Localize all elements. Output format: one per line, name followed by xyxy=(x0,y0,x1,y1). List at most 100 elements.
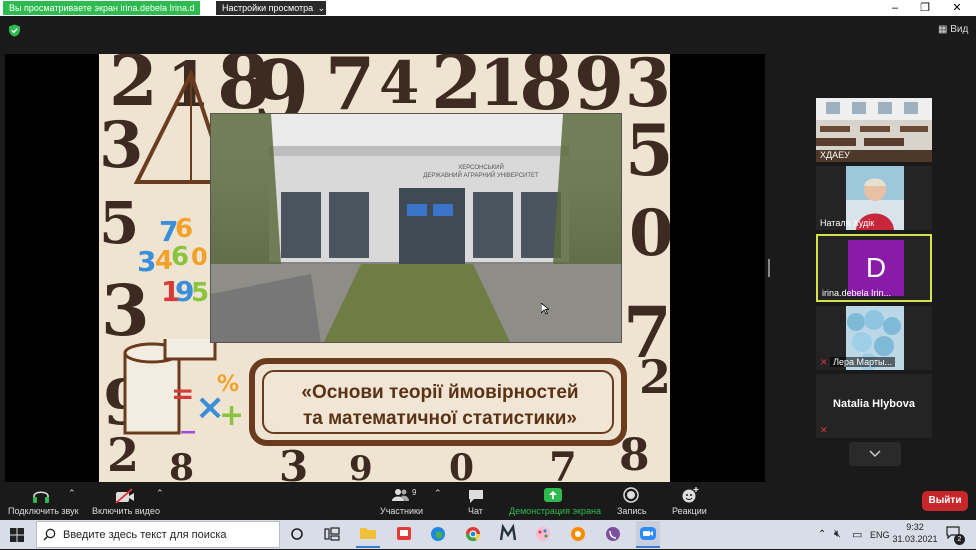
view-settings-button[interactable]: Настройки просмотра ⌄ xyxy=(216,1,326,15)
participant-display-name: Natalia Hlybova xyxy=(833,398,915,410)
participants-button[interactable]: 9 ⌃ Участники xyxy=(378,486,448,518)
grid-icon: ▦ xyxy=(938,24,948,35)
app-pinned[interactable] xyxy=(392,521,416,548)
participant-tile-active-speaker[interactable]: D irina.debela Irin... xyxy=(816,234,932,302)
windows-start-icon[interactable] xyxy=(10,528,24,542)
svg-text:=: = xyxy=(171,377,194,410)
chat-button[interactable]: Чат xyxy=(462,486,492,518)
chat-icon xyxy=(469,490,483,503)
record-icon xyxy=(623,487,639,503)
folder-icon xyxy=(360,528,376,539)
building-sign: ХЕРСОНСЬКИЙ ДЕРЖАВНИЙ АГРАРНИЙ УНІВЕРСИТ… xyxy=(421,164,541,180)
participant-name: Лера Марты... xyxy=(830,357,895,367)
leave-meeting-button[interactable]: Выйти xyxy=(922,491,968,511)
network-icon[interactable]: ▭ xyxy=(852,528,862,541)
chevron-up-icon[interactable]: ⌃ xyxy=(156,488,164,499)
clock[interactable]: 9:32 31.03.2021 xyxy=(890,522,940,544)
panel-resize-handle[interactable] xyxy=(768,259,770,277)
screen-share-notice: Вы просматриваете экран irina.debela Iri… xyxy=(3,1,200,15)
viber-icon xyxy=(606,527,620,541)
mic-muted-icon: ✕ xyxy=(820,425,828,435)
view-label: Вид xyxy=(950,24,969,35)
cylinder-symbols-icon: = × + % − xyxy=(123,339,244,445)
chevron-down-icon xyxy=(869,450,881,458)
record-label: Запись xyxy=(617,506,647,516)
reactions-button[interactable]: Реакции xyxy=(670,486,710,518)
participant-tile[interactable]: Natalia Hlybova ✕ xyxy=(816,374,932,438)
app-pinned[interactable] xyxy=(496,521,520,548)
zoom-app-active[interactable] xyxy=(636,521,660,548)
scroll-down-button[interactable] xyxy=(849,442,901,466)
input-language[interactable]: ENG xyxy=(870,530,890,540)
participants-label: Участники xyxy=(380,506,423,516)
svg-text:5: 5 xyxy=(191,278,209,308)
viber-app[interactable] xyxy=(601,521,625,548)
edge-icon xyxy=(431,527,445,541)
building-sign-line2: ДЕРЖАВНИЙ АГРАРНИЙ УНІВЕРСИТЕТ xyxy=(423,173,539,179)
slide-title-line2: та математичної статистики» xyxy=(303,408,577,429)
view-button[interactable]: ▦ Вид xyxy=(938,24,968,35)
svg-text:+: + xyxy=(219,398,244,433)
cortana-icon[interactable] xyxy=(290,527,304,541)
orange-app-icon xyxy=(571,527,585,541)
search-placeholder: Введите здесь текст для поиска xyxy=(63,529,227,541)
clock-date: 31.03.2021 xyxy=(892,534,938,544)
volume-muted-icon[interactable]: 🔇︎ xyxy=(834,528,841,541)
record-button[interactable]: Запись xyxy=(614,486,650,518)
share-screen-icon xyxy=(544,488,562,502)
svg-text:%: % xyxy=(217,372,239,397)
colored-numbers-icon: 7 6 3 4 6 0 1 9 5 xyxy=(139,214,209,308)
reactions-label: Реакции xyxy=(672,506,707,516)
participant-name: irina.debela Irin... xyxy=(822,288,892,298)
app-pinned[interactable] xyxy=(531,521,555,548)
chrome-icon xyxy=(465,527,481,542)
mic-muted-icon: ✕ xyxy=(820,357,828,367)
participant-name: Наталя Худік xyxy=(820,218,875,228)
join-audio-button[interactable]: ⌃ Подключить звук xyxy=(6,486,84,518)
participant-tile[interactable]: Наталя Худік xyxy=(816,166,932,230)
chevron-down-icon: ⌄ xyxy=(317,3,326,13)
headphones-icon xyxy=(33,491,49,503)
share-screen-button[interactable]: Демонстрация экрана xyxy=(506,486,602,518)
mouse-cursor-icon xyxy=(541,303,549,315)
zoom-icon xyxy=(640,527,656,540)
chevron-up-icon[interactable]: ⌃ xyxy=(68,488,76,499)
start-video-button[interactable]: ⌃ Включить видео xyxy=(90,486,168,518)
svg-text:−: − xyxy=(179,420,197,445)
search-icon xyxy=(43,528,56,541)
paint-app-icon xyxy=(536,527,550,541)
svg-text:0: 0 xyxy=(191,243,208,271)
minimize-button[interactable]: – xyxy=(882,0,908,16)
close-button[interactable]: ✕ xyxy=(944,0,970,16)
people-icon xyxy=(392,489,409,501)
join-audio-label: Подключить звук xyxy=(8,506,79,516)
start-video-label: Включить видео xyxy=(92,506,160,516)
red-app-icon xyxy=(397,527,411,540)
notifications-button[interactable]: 2 xyxy=(946,525,966,545)
meeting-header xyxy=(0,16,976,46)
smiley-plus-icon xyxy=(682,487,699,503)
video-off-icon xyxy=(115,488,134,504)
slide-title-line1: «Основи теорії ймовірностей xyxy=(301,382,579,403)
share-screen-label: Демонстрация экрана xyxy=(509,506,601,516)
task-view-icon[interactable] xyxy=(324,527,340,541)
university-building-photo: ХЕРСОНСЬКИЙ ДЕРЖАВНИЙ АГРАРНИЙ УНІВЕРСИТ… xyxy=(210,113,622,343)
participant-tile[interactable]: ✕ Лера Марты... xyxy=(816,306,932,370)
participant-name: ХДАЕУ xyxy=(820,150,850,160)
chat-label: Чат xyxy=(468,506,483,516)
svg-text:6: 6 xyxy=(175,214,193,244)
restore-button[interactable]: ❐ xyxy=(912,0,938,16)
building-sign-line1: ХЕРСОНСЬКИЙ xyxy=(458,165,504,171)
participant-name-row: ✕ Лера Марты... xyxy=(820,357,895,368)
clock-time: 9:32 xyxy=(906,522,924,532)
edge-app[interactable] xyxy=(426,521,450,548)
app-pinned[interactable] xyxy=(566,521,590,548)
svg-text:3: 3 xyxy=(139,245,156,278)
shield-icon[interactable] xyxy=(8,24,21,37)
svg-text:6: 6 xyxy=(171,242,189,272)
file-explorer-app[interactable] xyxy=(356,521,380,548)
chevron-up-icon[interactable]: ⌃ xyxy=(818,529,826,540)
participant-tile[interactable]: ХДАЕУ xyxy=(816,98,932,162)
chevron-up-icon[interactable]: ⌃ xyxy=(434,488,442,499)
chrome-app[interactable] xyxy=(461,521,485,548)
